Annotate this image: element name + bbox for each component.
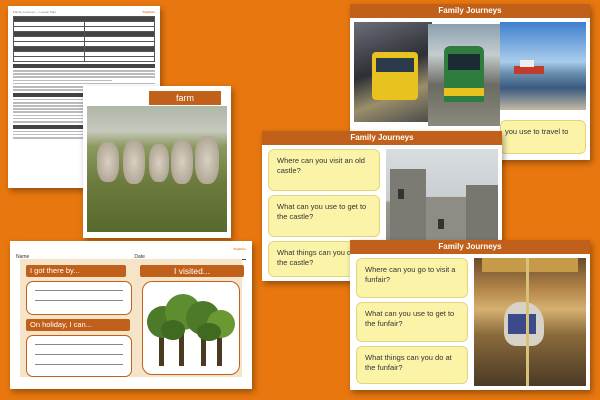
bus-photo xyxy=(354,22,432,122)
castle-question-1: Where can you visit an old castle? xyxy=(268,149,380,191)
holiday-label: On holiday, I can... xyxy=(26,319,130,331)
worksheet-brand: TinyDots xyxy=(233,247,246,251)
lesson-plan-brand: TinyDots xyxy=(142,10,155,14)
sheep-field-photo xyxy=(87,106,227,232)
transport-question-1: you use to travel to xyxy=(500,120,586,154)
visited-drawing-box[interactable] xyxy=(142,281,240,375)
got-there-label: I got there by... xyxy=(26,265,126,277)
got-there-answer-box[interactable] xyxy=(26,281,132,315)
ferry-photo xyxy=(500,22,586,110)
funfair-question-2: What can you use to get to the funfair? xyxy=(356,302,468,342)
transport-card-title: Family Journeys xyxy=(350,4,590,18)
carousel-photo xyxy=(474,258,586,386)
farm-picture-card: farm xyxy=(83,86,231,238)
farm-card-title: farm xyxy=(149,91,221,105)
castle-card-title: Family Journeys xyxy=(262,131,502,145)
holiday-answer-box[interactable] xyxy=(26,335,132,377)
funfair-question-3: What things can you do at the funfair? xyxy=(356,346,468,384)
castle-question-2: What can you use to get to the castle? xyxy=(268,195,380,237)
holiday-worksheet: TinyDots Name Date I got there by... On … xyxy=(10,241,252,389)
worksheet-panel: I got there by... On holiday, I can... I… xyxy=(20,259,244,377)
funfair-question-card: Family Journeys Where can you go to visi… xyxy=(350,240,590,390)
trees-picture xyxy=(147,294,235,366)
lesson-plan-header: Family Journeys — Lesson Plan xyxy=(13,10,57,14)
train-photo xyxy=(428,24,500,126)
funfair-card-title: Family Journeys xyxy=(350,240,590,254)
lesson-plan-table xyxy=(13,16,155,62)
funfair-question-1: Where can you go to visit a funfair? xyxy=(356,258,468,298)
visited-label: I visited... xyxy=(140,265,244,277)
